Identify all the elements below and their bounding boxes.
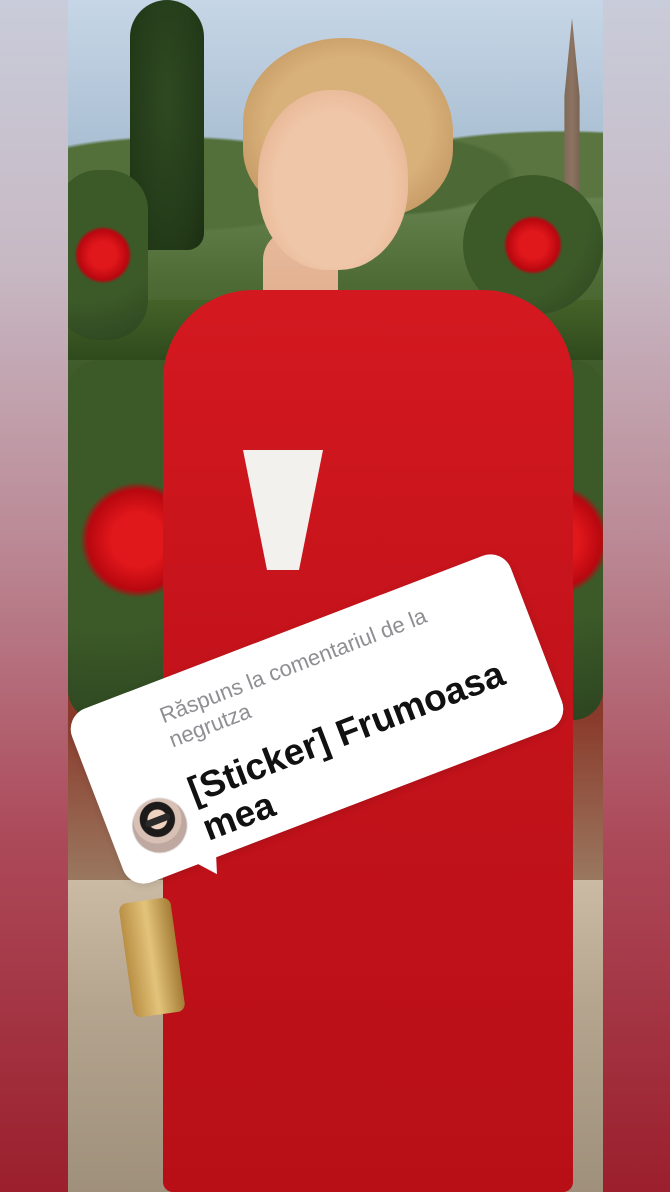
woman-face [258, 90, 408, 270]
rose-bush-left [68, 170, 148, 340]
commenter-avatar-icon[interactable] [123, 789, 196, 862]
background-photo [68, 0, 603, 1192]
story-frame: Răspuns la comentariul de la negrutza [S… [0, 0, 670, 1192]
sunglasses-icon [144, 812, 172, 829]
